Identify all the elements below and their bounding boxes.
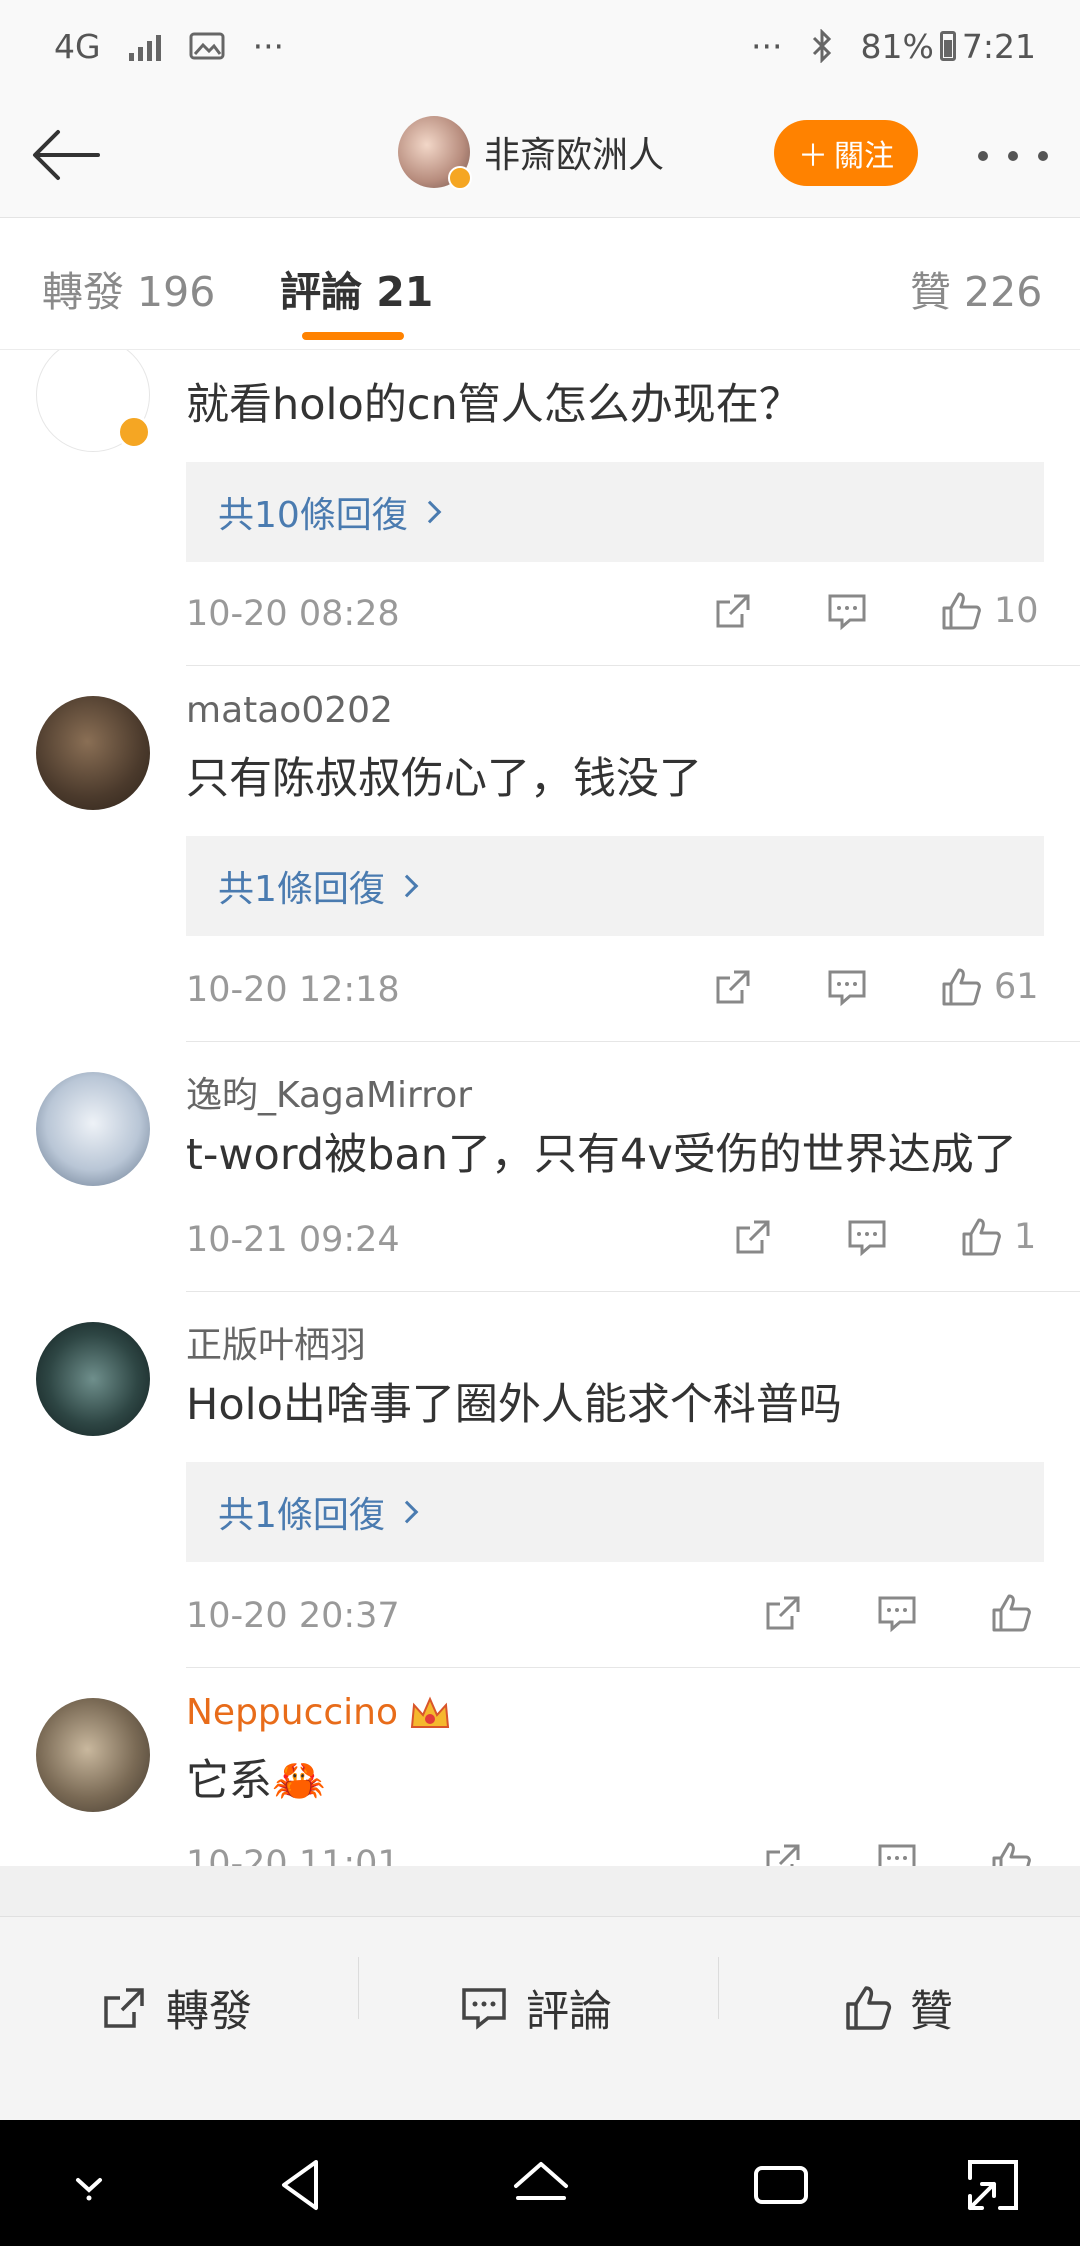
network-indicator: 4G: [54, 26, 101, 66]
comment-icon[interactable]: [826, 590, 868, 632]
comment-list[interactable]: 就看holo的cn管人怎么办现在？ 共10條回復 10-20 08:28 10 …: [0, 350, 1080, 1916]
repost-button[interactable]: 轉發: [100, 1977, 252, 2039]
recents-nav-icon[interactable]: [746, 2150, 816, 2220]
follow-label: 關注: [834, 139, 894, 174]
commenter-name[interactable]: 正版叶栖羽: [186, 1316, 366, 1368]
chevron-right-icon: [418, 500, 442, 524]
comment-button[interactable]: 評論: [460, 1977, 612, 2039]
chevron-right-icon: [395, 1500, 419, 1524]
hide-keyboard-icon[interactable]: [54, 2150, 124, 2220]
system-nav-bar: [0, 2120, 1080, 2246]
like-count: 61: [994, 967, 1039, 1007]
list-end-gap: [0, 1866, 1080, 1916]
like-icon[interactable]: [990, 1592, 1032, 1634]
verified-badge-icon: [448, 166, 472, 190]
commenter-name[interactable]: Neppuccino: [186, 1692, 398, 1733]
commenter-name-row[interactable]: Neppuccino: [186, 1692, 452, 1733]
tab-comments[interactable]: 評論 21: [280, 258, 433, 318]
comment-text: 它系🦀: [186, 1756, 326, 1806]
like-count: 10: [994, 591, 1039, 631]
comment-icon: [462, 1988, 506, 2030]
comment-label: 評論: [526, 1987, 612, 2037]
like-label: 贊: [910, 1987, 953, 2037]
share-icon[interactable]: [712, 590, 754, 632]
repost-icon: [104, 1988, 144, 2028]
comment-time: 10-21 09:24: [186, 1220, 400, 1260]
comment-item: 逸昀_KagaMirror t-word被ban了，只有4v受伤的世界达成了 1…: [0, 1042, 1080, 1292]
view-replies-button[interactable]: 共10條回復: [186, 462, 1044, 562]
commenter-avatar[interactable]: [36, 696, 150, 810]
like-icon[interactable]: [940, 590, 982, 632]
comment-text: 只有陈叔叔伤心了，钱没了: [186, 754, 702, 804]
back-nav-icon[interactable]: [266, 2150, 336, 2220]
battery-icon: [939, 31, 956, 61]
expand-nav-icon[interactable]: [958, 2150, 1028, 2220]
replies-count: 共1條回復: [218, 869, 385, 910]
comment-actions: [762, 1592, 1032, 1634]
like-count: 1: [1014, 1217, 1037, 1257]
plus-icon: ＋: [798, 139, 828, 174]
chevron-right-icon: [395, 874, 419, 898]
comment-text: t-word被ban了，只有4v受伤的世界达成了: [186, 1130, 1017, 1180]
clock: 7:21: [961, 26, 1036, 66]
poster-avatar[interactable]: [398, 116, 472, 190]
tab-likes[interactable]: 贊 226: [910, 258, 1042, 318]
replies-count: 共1條回復: [218, 1495, 385, 1536]
replies-count: 共10條回復: [218, 495, 408, 536]
poster-name[interactable]: 非斎欧洲人: [484, 126, 664, 178]
home-nav-icon[interactable]: [506, 2150, 576, 2220]
status-more: ···: [751, 26, 783, 66]
follow-button[interactable]: ＋ 關注: [774, 120, 918, 186]
comment-time: 10-20 20:37: [186, 1596, 400, 1636]
repost-label: 轉發: [166, 1987, 252, 2037]
comment-item: 就看holo的cn管人怎么办现在？ 共10條回復 10-20 08:28 10: [0, 350, 1080, 666]
tab-bar: 轉發 196 評論 21 贊 226: [0, 218, 1080, 350]
more-options-icon[interactable]: [978, 136, 1048, 176]
commenter-name[interactable]: matao0202: [186, 690, 393, 731]
signal-icon: [128, 31, 161, 61]
like-icon[interactable]: [960, 1216, 1002, 1258]
share-icon[interactable]: [732, 1216, 774, 1258]
like-icon[interactable]: [940, 966, 982, 1008]
view-replies-button[interactable]: 共1條回復: [186, 836, 1044, 936]
comment-time: 10-20 08:28: [186, 594, 400, 634]
comment-actions: 10: [712, 590, 1039, 632]
gallery-icon: [189, 32, 225, 60]
notifications-more: ···: [252, 26, 285, 66]
battery-percent: 81%: [860, 26, 934, 66]
verified-badge-icon: [117, 415, 151, 449]
comment-time: 10-20 12:18: [186, 970, 400, 1010]
comment-item: matao0202 只有陈叔叔伤心了，钱没了 共1條回復 10-20 12:18…: [0, 666, 1080, 1042]
commenter-avatar[interactable]: [36, 1072, 150, 1186]
separator: [718, 1957, 719, 2019]
tab-repost[interactable]: 轉發 196: [42, 258, 215, 318]
share-icon[interactable]: [712, 966, 754, 1008]
crown-badge-icon: [410, 1696, 450, 1728]
back-arrow-icon[interactable]: [28, 120, 104, 190]
commenter-name[interactable]: 逸昀_KagaMirror: [186, 1066, 472, 1118]
bluetooth-icon: [812, 29, 831, 63]
comment-icon[interactable]: [876, 1592, 918, 1634]
comment-text: Holo出啥事了圈外人能求个科普吗: [186, 1380, 842, 1430]
poster-profile[interactable]: 非斎欧洲人: [398, 116, 664, 190]
comment-text: 就看holo的cn管人怎么办现在？: [186, 380, 802, 430]
comment-item: 正版叶栖羽 Holo出啥事了圈外人能求个科普吗 共1條回復 10-20 20:3…: [0, 1292, 1080, 1668]
separator: [358, 1957, 359, 2019]
comment-icon[interactable]: [846, 1216, 888, 1258]
comment-actions: 61: [712, 966, 1039, 1008]
like-button[interactable]: 贊: [844, 1977, 953, 2039]
share-icon[interactable]: [762, 1592, 804, 1634]
active-tab-indicator: [302, 332, 404, 340]
bottom-action-bar: 轉發 評論 贊: [0, 1916, 1080, 2120]
commenter-avatar[interactable]: [36, 1698, 150, 1812]
view-replies-button[interactable]: 共1條回復: [186, 1462, 1044, 1562]
comment-icon[interactable]: [826, 966, 868, 1008]
commenter-avatar[interactable]: [36, 350, 151, 452]
comment-actions: 1: [732, 1216, 1036, 1258]
status-bar: 4G ··· ··· 81% 7:21: [0, 0, 1080, 92]
like-icon: [846, 1986, 892, 2030]
commenter-avatar[interactable]: [36, 1322, 150, 1436]
top-header: 非斎欧洲人 ＋ 關注: [0, 92, 1080, 218]
